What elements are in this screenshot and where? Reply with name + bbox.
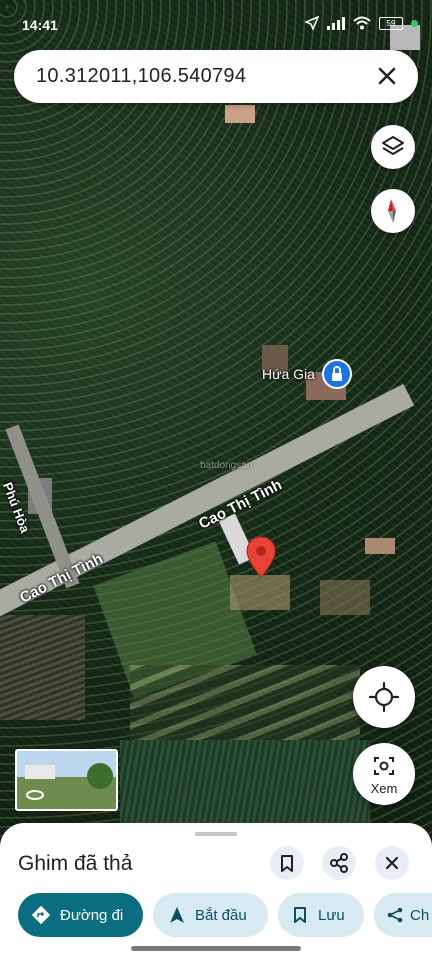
my-location-button[interactable] xyxy=(353,666,415,728)
share-button[interactable]: Ch xyxy=(374,893,432,937)
share-label: Ch xyxy=(410,906,430,924)
compass-button[interactable] xyxy=(371,189,415,233)
thumbnail-house xyxy=(25,765,55,779)
rotate-360-icon xyxy=(26,790,44,800)
directions-button[interactable]: Đường đi xyxy=(18,893,143,937)
field-area xyxy=(230,575,290,610)
directions-icon xyxy=(32,906,50,924)
privacy-dot-icon xyxy=(411,19,418,27)
start-label: Bắt đầu xyxy=(195,906,247,924)
close-icon xyxy=(385,856,399,870)
status-icons: 59 xyxy=(305,16,418,30)
thumbnail-tree xyxy=(87,763,113,789)
save-button[interactable]: Lưu xyxy=(278,893,364,937)
search-bar[interactable]: 10.312011,106.540794 xyxy=(14,50,418,103)
save-icon-button[interactable] xyxy=(270,846,304,880)
save-label: Lưu xyxy=(318,906,345,924)
sheet-title: Ghim đã thả xyxy=(18,852,133,875)
battery-icon: 59 xyxy=(379,16,403,30)
location-arrow-icon xyxy=(305,16,319,30)
search-query[interactable]: 10.312011,106.540794 xyxy=(36,65,246,88)
dropped-pin-icon[interactable] xyxy=(246,536,276,578)
layers-icon xyxy=(382,136,404,155)
sheet-drag-handle[interactable] xyxy=(195,832,237,836)
start-button[interactable]: Bắt đầu xyxy=(153,893,268,937)
close-sheet-button[interactable] xyxy=(375,846,409,880)
signal-icon xyxy=(327,16,345,30)
status-bar: 14:41 59 xyxy=(0,0,432,50)
street-view-thumbnail[interactable] xyxy=(15,749,118,811)
bookmark-icon xyxy=(294,907,306,923)
bookmark-icon xyxy=(281,855,293,872)
building xyxy=(225,105,255,123)
crosshair-icon xyxy=(368,681,400,713)
poi-label: Hứa Gia xyxy=(262,366,315,382)
camera-scan-icon xyxy=(374,757,394,775)
battery-level: 59 xyxy=(386,18,396,28)
satellite-map[interactable]: Cao Thị Tình Cao Thị Tình Phú Hòa Hứa Gi… xyxy=(0,0,432,960)
navigation-arrow-icon xyxy=(170,907,184,923)
compass-icon xyxy=(388,199,396,223)
street-view-label: Xem xyxy=(370,781,398,796)
gesture-nav-bar[interactable] xyxy=(131,946,301,951)
street-view-button[interactable]: Xem xyxy=(353,743,415,805)
wifi-icon xyxy=(353,16,371,30)
poi-lock-icon[interactable] xyxy=(322,359,352,389)
map-watermark: batdongsan xyxy=(200,460,253,471)
bottom-sheet: Ghim đã thả Đường đi Bắt đầu Lưu Ch xyxy=(0,823,432,960)
share-icon-button[interactable] xyxy=(322,846,356,880)
status-time: 14:41 xyxy=(22,17,58,33)
share-icon xyxy=(387,907,403,923)
close-icon[interactable] xyxy=(372,61,402,91)
share-icon xyxy=(330,853,348,873)
directions-label: Đường đi xyxy=(60,906,124,924)
field-area xyxy=(320,580,370,615)
field-area xyxy=(0,615,85,720)
layers-button[interactable] xyxy=(371,125,415,169)
building xyxy=(365,538,395,554)
field-area xyxy=(120,740,370,825)
